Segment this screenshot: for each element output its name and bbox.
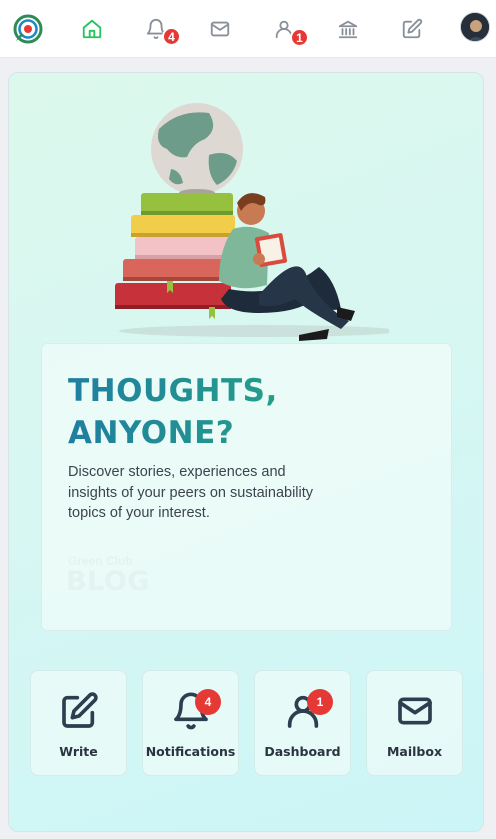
watermark-blog: BLOG [66,566,150,597]
target-logo-icon [13,14,43,44]
nav-profile[interactable]: 1 [262,0,309,58]
quick-action-notifications[interactable]: 4 Notifications [142,670,239,776]
quick-action-label: Write [59,744,98,759]
nav-institution[interactable] [326,0,370,58]
blog-headline: THOUGHTS, ANYONE? [68,370,388,454]
nav-mail[interactable] [198,0,242,58]
profile-count-badge: 1 [290,28,309,47]
headline-line-2: ANYONE? [68,415,235,451]
quick-action-dashboard[interactable]: 1 Dashboard [254,670,351,776]
quick-action-write[interactable]: Write [30,670,127,776]
blog-promo-card[interactable]: THOUGHTS, ANYONE? Discover stories, expe… [41,343,452,631]
nav-write[interactable] [390,0,434,58]
quick-action-mailbox[interactable]: Mailbox [366,670,463,776]
avatar-photo-icon [461,13,489,41]
quick-action-label: Notifications [145,744,236,759]
edit-icon [61,692,98,728]
nav-notifications[interactable]: 4 [134,0,181,58]
mail-icon [210,21,230,37]
notifications-count-badge: 4 [195,689,221,715]
edit-icon [402,18,423,39]
blog-description: Discover stories, experiences and insigh… [68,464,314,521]
top-navigation: 4 1 [0,0,496,58]
mail-icon [397,697,432,725]
quick-action-label: Mailbox [386,744,443,759]
dashboard-count-badge: 1 [307,689,333,715]
app-logo-icon[interactable] [6,0,50,58]
nav-home[interactable] [70,0,114,58]
reading-illustration [115,103,389,341]
user-avatar[interactable] [460,12,490,42]
home-icon [82,19,102,39]
headline-line-1: THOUGHTS, [68,373,278,409]
quick-action-label: Dashboard [264,744,341,759]
bank-icon [338,20,358,39]
notifications-count-badge: 4 [162,27,181,46]
main-card: THOUGHTS, ANYONE? Discover stories, expe… [8,72,484,832]
